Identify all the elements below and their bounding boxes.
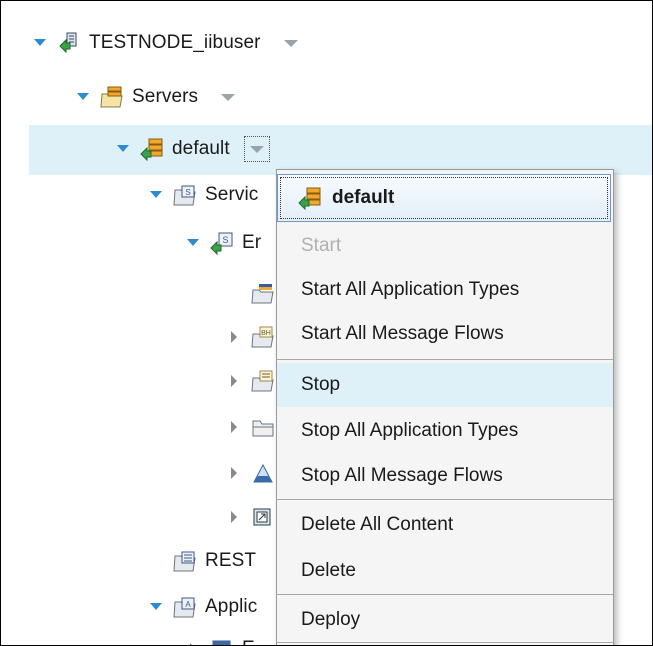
services-folder-icon: S	[173, 183, 197, 207]
expand-twisty-icon[interactable]	[149, 600, 163, 614]
resources-icon	[251, 505, 275, 529]
tree-row-services[interactable]: S Servic	[149, 175, 258, 215]
navigator-tree-panel: TESTNODE_iibuser Servers default S Servi…	[0, 0, 653, 646]
collapse-twisty-icon[interactable]	[227, 510, 241, 524]
expand-twisty-icon[interactable]	[116, 142, 130, 156]
menu-item-start-all-application-types[interactable]: Start All Application Types	[277, 268, 613, 312]
collapse-twisty-icon[interactable]	[186, 642, 200, 645]
servers-folder-icon	[100, 85, 124, 109]
tree-label-integration-server: default	[172, 138, 230, 159]
tree-label-rest-apis: REST	[205, 550, 257, 571]
svg-text:BH: BH	[261, 330, 271, 337]
menu-item-label: Delete All Content	[301, 514, 454, 535]
menu-item-label: Deploy	[301, 609, 361, 630]
tree-row-schema[interactable]	[227, 361, 283, 401]
svg-text:S: S	[222, 235, 228, 245]
context-menu-title-label: default	[332, 187, 395, 208]
collapse-twisty-icon[interactable]	[227, 420, 241, 434]
menu-item-stop-all-message-flows[interactable]: Stop All Message Flows	[277, 454, 613, 498]
interface-icon	[251, 281, 275, 305]
expand-twisty-icon[interactable]	[33, 36, 47, 50]
chevron-down-icon[interactable]	[243, 136, 270, 162]
tree-row-subflow[interactable]	[227, 453, 283, 493]
applications-folder-icon: A	[173, 595, 197, 619]
application-icon	[210, 637, 234, 645]
integration-server-icon	[298, 186, 322, 210]
schema-folder-icon	[251, 369, 275, 393]
tree-row-folder[interactable]	[227, 407, 283, 447]
menu-item-label: Start All Message Flows	[301, 323, 504, 344]
menu-item-deploy[interactable]: Deploy	[277, 598, 613, 642]
chevron-down-icon[interactable]	[281, 33, 301, 53]
menu-item-delete[interactable]: Delete	[277, 549, 613, 593]
expand-twisty-icon[interactable]	[149, 188, 163, 202]
collapse-twisty-icon[interactable]	[227, 466, 241, 480]
tree-row-integration-server[interactable]: default	[116, 129, 270, 169]
tree-row-resources[interactable]	[227, 497, 283, 537]
tree-row-rest-apis[interactable]: REST	[173, 541, 256, 581]
tree-row-application[interactable]: E	[186, 629, 255, 645]
tree-label-applications: Applic	[205, 596, 258, 617]
tree-row-integration-node[interactable]: TESTNODE_iibuser	[33, 23, 301, 63]
menu-item-label: Start	[301, 235, 342, 256]
rest-apis-folder-icon	[173, 549, 197, 573]
expand-twisty-icon[interactable]	[186, 236, 200, 250]
menu-separator	[277, 642, 613, 643]
tree-label-services: Servic	[205, 184, 259, 205]
integration-node-icon	[57, 31, 81, 55]
tree-label-integration-node: TESTNODE_iibuser	[89, 32, 261, 53]
expand-twisty-icon[interactable]	[76, 90, 90, 104]
menu-item-delete-all-content[interactable]: Delete All Content	[277, 503, 613, 547]
menu-separator	[277, 499, 613, 500]
collapse-twisty-icon[interactable]	[227, 330, 241, 344]
menu-item-start-all-message-flows[interactable]: Start All Message Flows	[277, 312, 613, 356]
menu-separator	[277, 594, 613, 595]
context-menu-title: default	[277, 174, 611, 222]
context-menu: default Start Start All Application Type…	[276, 169, 614, 645]
tree-row-service[interactable]: S Er	[186, 223, 261, 263]
subflow-icon	[251, 461, 275, 485]
menu-item-label: Stop	[301, 374, 341, 395]
operations-folder-icon: BH	[251, 325, 275, 349]
menu-item-label: Delete	[301, 560, 356, 581]
svg-text:S: S	[185, 188, 190, 197]
menu-item-stop[interactable]: Stop	[277, 363, 613, 407]
svg-text:A: A	[185, 600, 191, 609]
tree-label-servers: Servers	[132, 86, 199, 107]
menu-item-stop-all-application-types[interactable]: Stop All Application Types	[277, 409, 613, 453]
integration-server-icon	[140, 137, 164, 161]
tree-label-service: Er	[242, 232, 262, 253]
chevron-down-icon[interactable]	[218, 87, 238, 107]
menu-item-label: Start All Application Types	[301, 279, 520, 300]
tree-label-application: E	[242, 638, 255, 645]
menu-item-label: Stop All Application Types	[301, 420, 519, 441]
folder-icon	[251, 415, 275, 439]
service-icon: S	[210, 231, 234, 255]
tree-row-servers[interactable]: Servers	[76, 77, 238, 117]
tree-row-applications[interactable]: A Applic	[149, 587, 257, 627]
menu-item-label: Stop All Message Flows	[301, 465, 503, 486]
menu-separator	[277, 359, 613, 360]
menu-item-start: Start	[277, 224, 613, 268]
tree-row-operations[interactable]: BH	[227, 317, 283, 357]
collapse-twisty-icon[interactable]	[227, 374, 241, 388]
